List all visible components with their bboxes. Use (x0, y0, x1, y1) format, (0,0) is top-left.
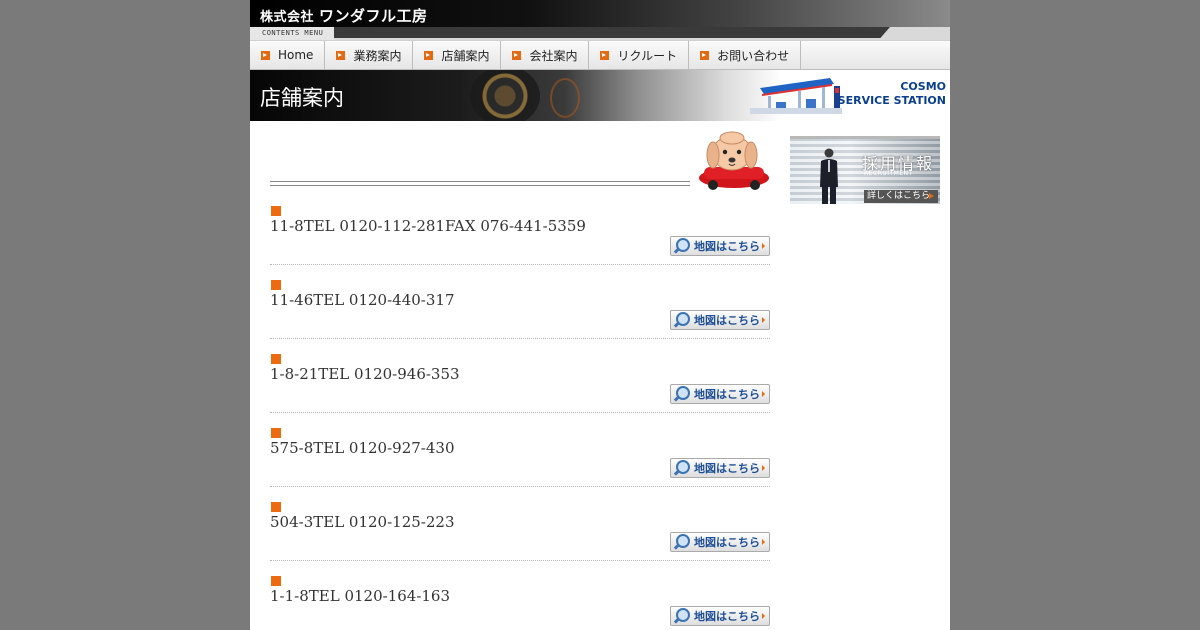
store-info: 11-46TEL 0120-440-317 (270, 291, 455, 309)
chevron-right-icon (762, 539, 765, 545)
company-prefix: 株式会社 (260, 10, 315, 25)
map-button-label: 地図はこちら (694, 240, 760, 253)
main-nav: Home 業務案内 店舗案内 会社案内 リクルート お問い合わせ (250, 40, 950, 70)
cosmo-logo-line1: COSMO (900, 80, 946, 93)
store-list-section: 11-8TEL 0120-112-281FAX 076-441-5359 地図は… (270, 121, 770, 630)
magnifier-icon (673, 311, 691, 329)
orange-square-icon (271, 280, 281, 290)
nav-item-business[interactable]: 業務案内 (325, 41, 414, 69)
gas-station-icon (750, 78, 842, 114)
orange-square-icon (271, 354, 281, 364)
map-button-label: 地図はこちら (694, 536, 760, 549)
store-info: 575-8TEL 0120-927-430 (270, 439, 455, 457)
orange-square-icon (271, 502, 281, 512)
cosmo-logo-text: COSMO SERVICE STATION (838, 80, 946, 108)
nav-item-company[interactable]: 会社案内 (501, 41, 590, 69)
page-title: 店舗案内 (260, 86, 344, 110)
arrow-bullet-icon (424, 50, 434, 60)
arrow-bullet-icon (600, 50, 610, 60)
store-info: 11-8TEL 0120-112-281FAX 076-441-5359 (270, 217, 586, 235)
orange-square-icon (271, 576, 281, 586)
cosmo-logo-line2: SERVICE STATION (837, 94, 946, 107)
store-item: 11-8TEL 0120-112-281FAX 076-441-5359 地図は… (270, 191, 770, 265)
heading-rule (270, 181, 690, 186)
nav-item-home[interactable]: Home (250, 41, 326, 69)
arrow-bullet-icon (700, 50, 710, 60)
store-info: 1-1-8TEL 0120-164-163 (270, 587, 451, 605)
map-button[interactable]: 地図はこちら (670, 606, 770, 626)
page-header-banner: 店舗案内 COSMO SERVICE STATION (250, 70, 950, 121)
section-heading (270, 121, 770, 191)
magnifier-icon (673, 385, 691, 403)
dog-car-mascot-icon (699, 131, 769, 190)
magnifier-icon (673, 533, 691, 551)
nav-label: Home (278, 48, 314, 62)
recruit-more-link[interactable]: 詳しくはこちら (864, 190, 938, 203)
magnifier-icon (673, 607, 691, 625)
brake-disc-photo (470, 70, 540, 121)
store-item: 1-8-21TEL 0120-946-353 地図はこちら (270, 339, 770, 413)
chevron-right-icon (762, 317, 765, 323)
arrow-bullet-icon (336, 50, 346, 60)
contents-menu-strip: CONTENTS MENU (250, 27, 950, 40)
orange-square-icon (271, 206, 281, 216)
store-item: 504-3TEL 0120-125-223 地図はこちら (270, 487, 770, 561)
map-button-label: 地図はこちら (694, 462, 760, 475)
chevron-right-icon (762, 465, 765, 471)
nav-label: 店舗案内 (441, 48, 490, 63)
store-item: 575-8TEL 0120-927-430 地図はこちら (270, 413, 770, 487)
page-container: 株式会社 ワンダフル工房 CONTENTS MENU Home 業務案内 店舗案… (250, 0, 950, 630)
businessman-icon (820, 148, 838, 204)
map-button[interactable]: 地図はこちら (670, 532, 770, 552)
brand-header: 株式会社 ワンダフル工房 (250, 0, 950, 27)
chevron-right-icon (762, 243, 765, 249)
store-info: 1-8-21TEL 0120-946-353 (270, 365, 460, 383)
nav-item-stores[interactable]: 店舗案内 (413, 41, 502, 69)
chevron-right-icon (762, 391, 765, 397)
store-info: 504-3TEL 0120-125-223 (270, 513, 455, 531)
chevron-right-icon (762, 613, 765, 619)
map-button-label: 地図はこちら (694, 388, 760, 401)
nav-label: 会社案内 (529, 48, 578, 63)
menu-strip-decoration (250, 27, 890, 38)
map-button[interactable]: 地図はこちら (670, 236, 770, 256)
map-button[interactable]: 地図はこちら (670, 458, 770, 478)
arrow-bullet-icon (261, 50, 270, 60)
nav-label: 業務案内 (353, 48, 402, 63)
nav-label: お問い合わせ (717, 48, 790, 63)
magnifier-icon (673, 459, 691, 477)
store-item: 1-1-8TEL 0120-164-163 地図はこちら (270, 561, 770, 630)
nav-label: リクルート (617, 48, 678, 63)
company-name: ワンダフル工房 (319, 7, 428, 25)
orange-square-icon (271, 428, 281, 438)
map-button-label: 地図はこちら (694, 610, 760, 623)
recruit-banner[interactable]: 採用情報 RECRUITMENT 詳しくはこちら (790, 136, 940, 204)
map-button[interactable]: 地図はこちら (670, 310, 770, 330)
nav-item-recruit[interactable]: リクルート (589, 41, 690, 69)
magnifier-icon (673, 237, 691, 255)
nav-item-contact[interactable]: お問い合わせ (689, 41, 802, 69)
arrow-bullet-icon (512, 50, 522, 60)
store-item: 11-46TEL 0120-440-317 地図はこちら (270, 265, 770, 339)
recruit-subtitle: RECRUITMENT (864, 170, 913, 177)
contents-menu-label: CONTENTS MENU (250, 27, 334, 40)
map-button-label: 地図はこちら (694, 314, 760, 327)
map-button[interactable]: 地図はこちら (670, 384, 770, 404)
cable-photo (550, 78, 580, 118)
company-logo[interactable]: 株式会社 ワンダフル工房 (260, 5, 428, 26)
